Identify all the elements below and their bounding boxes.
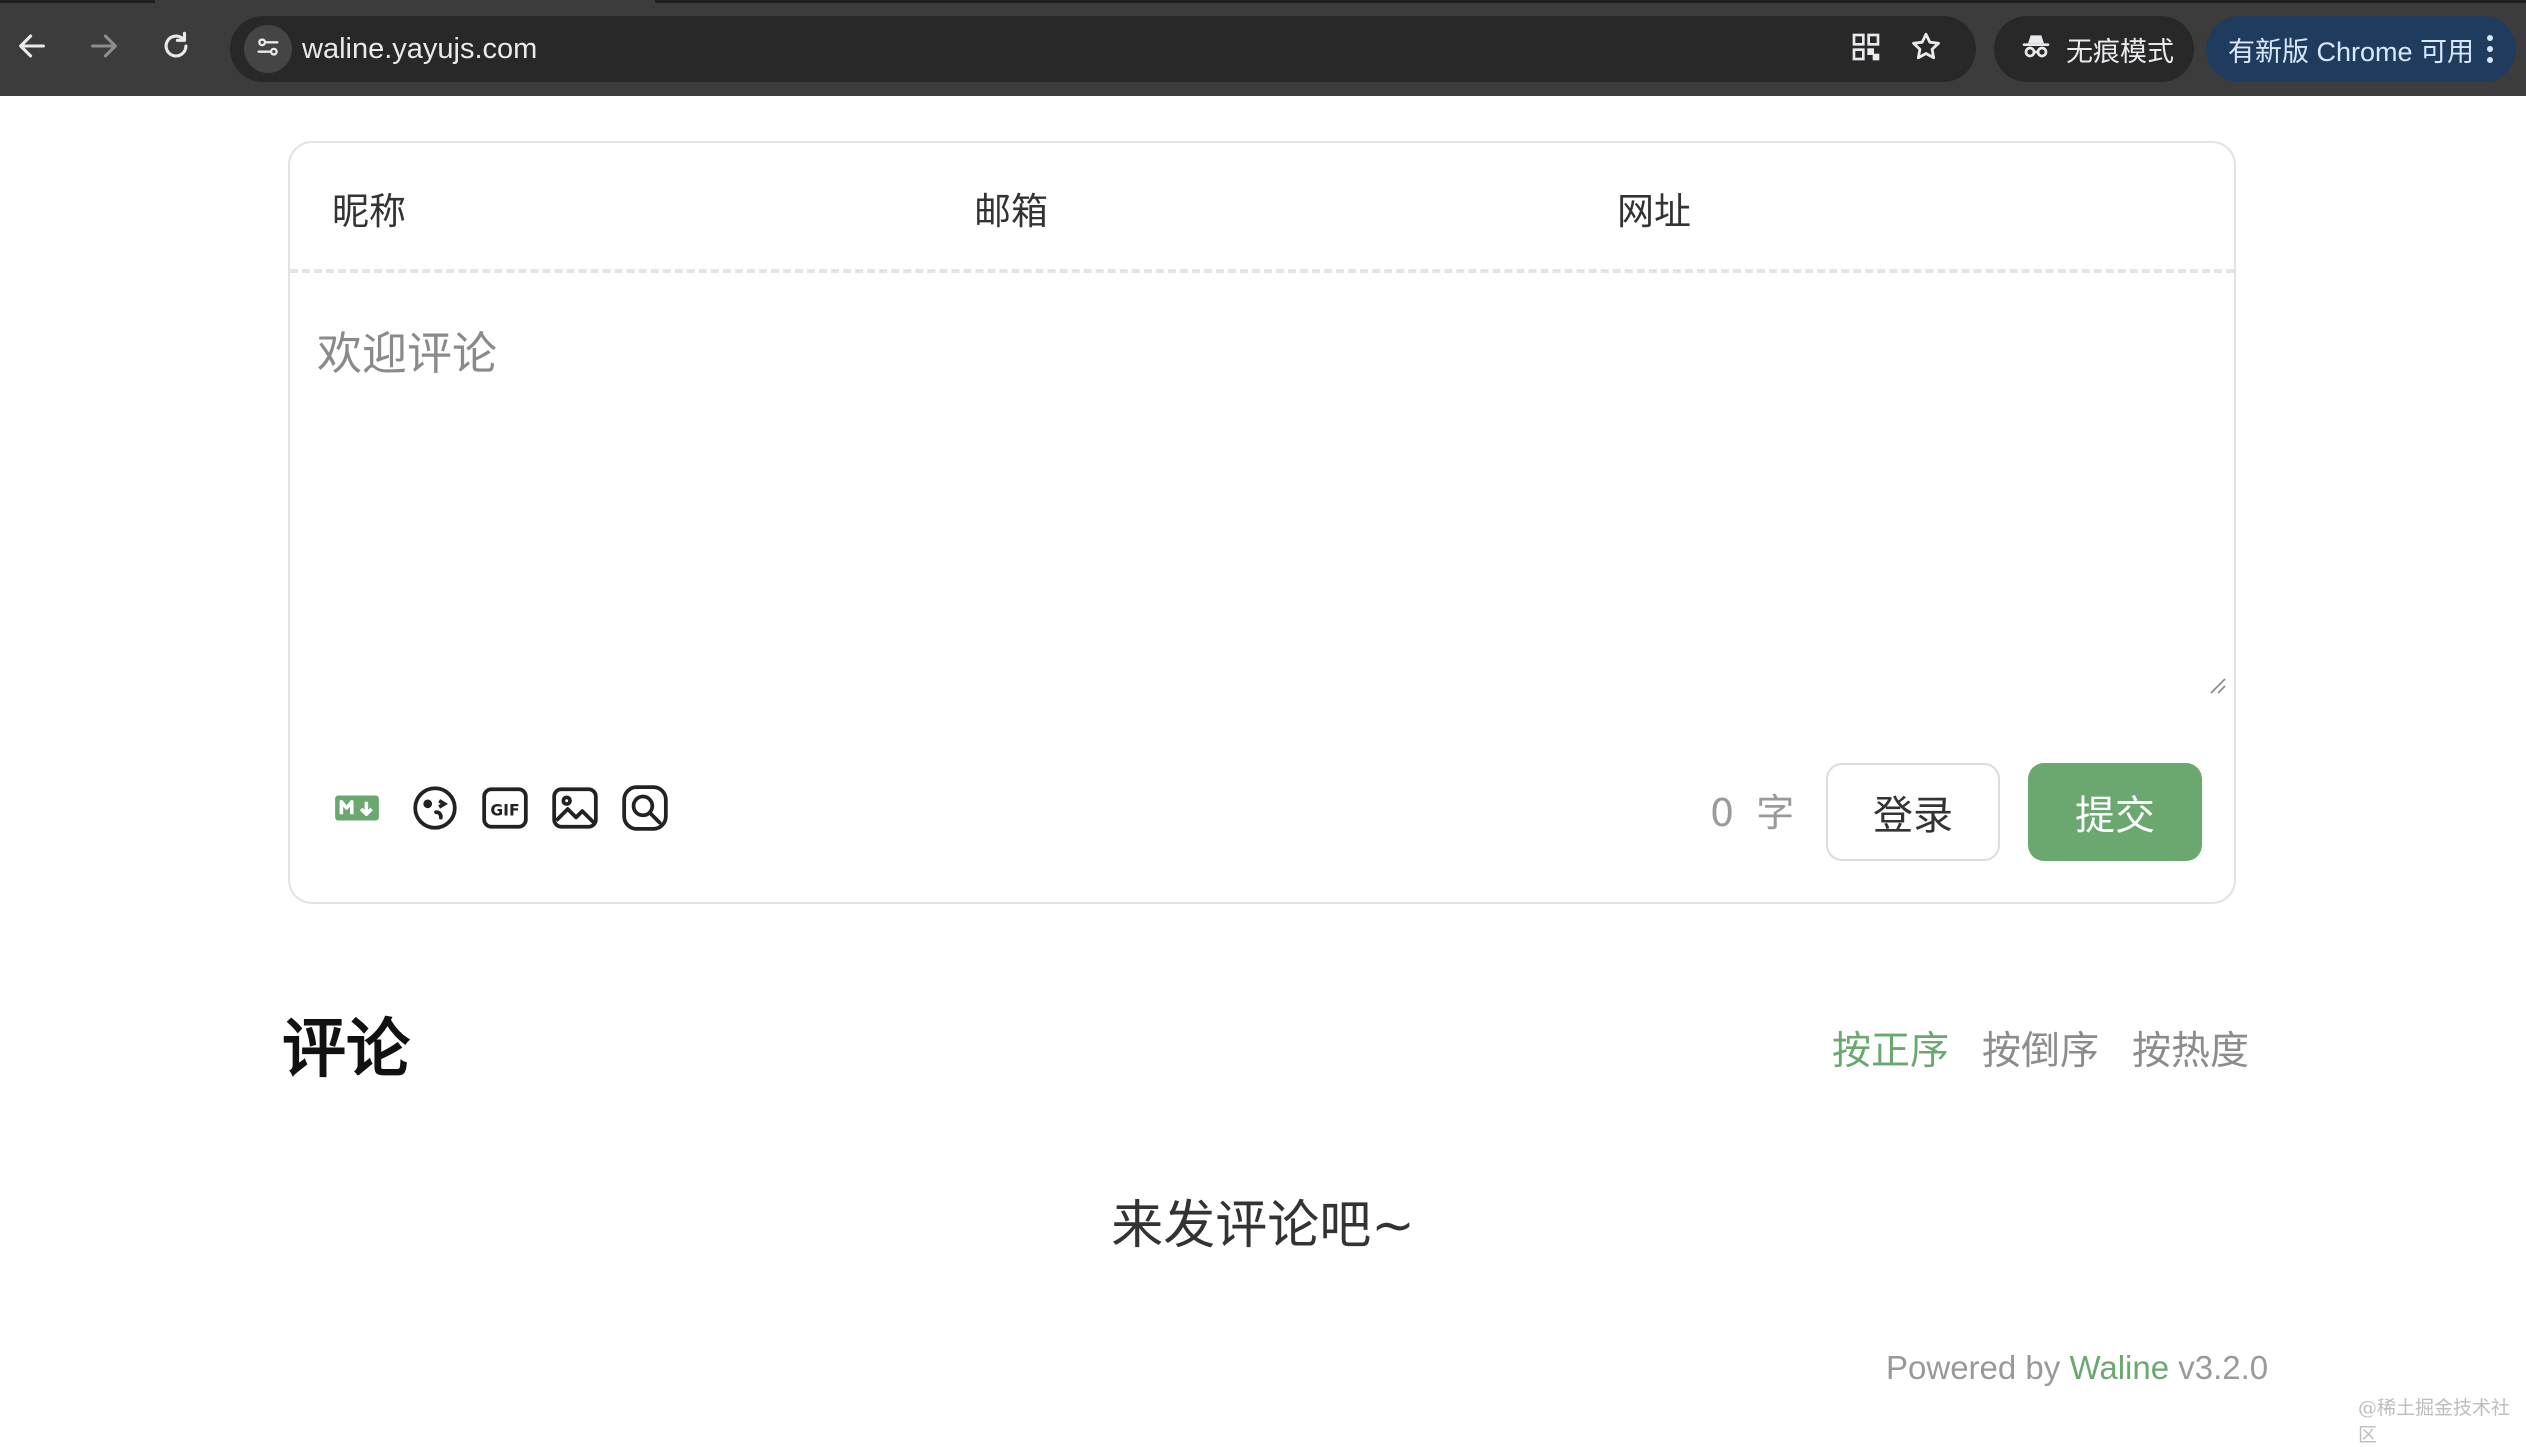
link-field[interactable]: 网址 (1617, 181, 1691, 235)
incognito-label: 无痕模式 (2066, 36, 2174, 67)
incognito-indicator[interactable]: 无痕模式 (1994, 16, 2194, 82)
preview-icon (620, 783, 670, 837)
word-count: 0字 (1710, 783, 1794, 843)
image-icon (550, 783, 600, 837)
comment-textarea[interactable]: 欢迎评论 (317, 317, 497, 382)
powered-by: Powered by Waline v3.2.0 (1886, 1349, 2268, 1387)
reload-icon (159, 29, 193, 67)
empty-comments-message: 来发评论吧~ (1111, 1196, 1415, 1256)
url-text[interactable]: waline.yayujs.com (302, 16, 537, 82)
nick-field[interactable]: 昵称 (332, 181, 406, 235)
emoji-icon (410, 783, 460, 837)
svg-text:GIF: GIF (490, 801, 519, 819)
submit-button[interactable]: 提交 (2028, 763, 2202, 861)
sort-hot[interactable]: 按热度 (2132, 1020, 2249, 1076)
sort-ascending[interactable]: 按正序 (1832, 1020, 1949, 1076)
browser-toolbar: waline.yayujs.com 无痕模式 有新版 Chrome 可用 (0, 0, 2526, 96)
sort-descending[interactable]: 按倒序 (1982, 1020, 2099, 1076)
mail-field[interactable]: 邮箱 (974, 181, 1048, 235)
comment-toolbar: GIF 0字 登录 提交 (290, 763, 2234, 893)
update-label: 有新版 Chrome 可用 (2228, 36, 2475, 67)
incognito-icon (2020, 30, 2052, 69)
login-button[interactable]: 登录 (1826, 763, 2000, 861)
site-info-button[interactable] (244, 25, 292, 73)
resize-handle-icon[interactable] (2208, 676, 2226, 694)
version-text: v3.2.0 (2178, 1349, 2269, 1386)
menu-dots-icon[interactable] (2486, 34, 2494, 71)
user-info-fields: 昵称 邮箱 网址 (290, 143, 2234, 273)
gif-button[interactable]: GIF (478, 783, 532, 837)
preview-button[interactable] (618, 783, 672, 837)
markdown-button[interactable] (330, 783, 384, 837)
markdown-icon (332, 783, 382, 837)
reload-button[interactable] (152, 24, 200, 72)
powered-prefix: Powered by (1886, 1349, 2061, 1386)
watermark: @稀土掘金技术社区 (2358, 1397, 2511, 1446)
tab-strip-edge (655, 0, 2526, 3)
emoji-button[interactable] (408, 783, 462, 837)
back-icon (15, 29, 49, 67)
qr-code-button[interactable] (1846, 29, 1886, 69)
word-count-unit: 字 (1756, 791, 1795, 835)
site-info-icon (254, 33, 282, 65)
comment-panel: 昵称 邮箱 网址 欢迎评论 GIF 0 字 登录 提交 (288, 141, 2236, 904)
image-upload-button[interactable] (548, 783, 602, 837)
chrome-update-button[interactable]: 有新版 Chrome 可用 (2206, 16, 2516, 82)
gif-icon: GIF (480, 783, 530, 837)
word-count-number: 0 (1710, 791, 1735, 835)
tab-strip-edge (0, 0, 155, 3)
bookmark-button[interactable] (1906, 29, 1946, 69)
forward-button[interactable] (80, 24, 128, 72)
comments-heading: 评论 (282, 1013, 410, 1087)
waline-link[interactable]: Waline (2069, 1349, 2169, 1386)
bookmark-star-icon (1909, 30, 1943, 68)
qr-code-icon (1850, 31, 1882, 67)
back-button[interactable] (8, 24, 56, 72)
address-bar[interactable]: waline.yayujs.com (230, 16, 1976, 82)
forward-icon (87, 29, 121, 67)
